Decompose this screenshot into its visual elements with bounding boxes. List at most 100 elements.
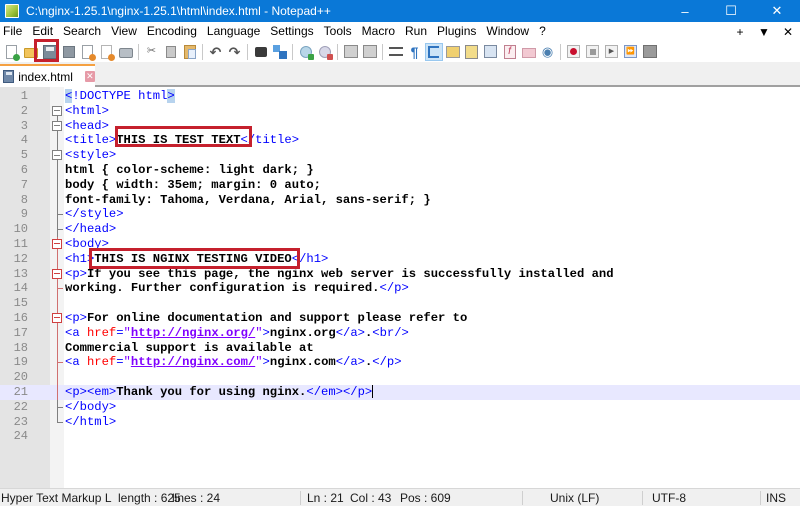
code-line[interactable]: 15 xyxy=(0,296,800,311)
udl-icon[interactable] xyxy=(445,44,461,60)
code-line[interactable]: 8 font-family: Tahoma, Verdana, Arial, sa… xyxy=(0,192,800,208)
menu-plugins[interactable]: Plugins xyxy=(432,22,481,41)
code-text: <body> xyxy=(65,236,109,251)
menu-search[interactable]: Search xyxy=(58,22,106,41)
redo-icon[interactable]: ↷ xyxy=(227,44,243,60)
fold-toggle-icon[interactable] xyxy=(51,266,63,282)
code-line[interactable]: 4 <title>THIS IS TEST TEXT</title> xyxy=(0,133,800,149)
code-line[interactable]: 5 <style> xyxy=(0,148,800,163)
code-line[interactable]: 24 xyxy=(0,429,800,444)
minimize-button[interactable]: – xyxy=(662,0,708,22)
fold-line xyxy=(51,192,63,208)
paste-icon[interactable] xyxy=(182,44,198,60)
toolbar-separator xyxy=(247,43,248,60)
menu-window[interactable]: Window xyxy=(481,22,534,41)
toolbar-separator xyxy=(337,43,338,60)
fold-line xyxy=(51,281,63,297)
sync-horizontal-icon[interactable] xyxy=(362,44,378,60)
indent-guide-icon[interactable] xyxy=(424,42,443,61)
code-line[interactable]: 20 xyxy=(0,370,800,385)
editor[interactable]: 1 <!DOCTYPE html> 2 <html> 3 <head> 4 <title>TH… xyxy=(0,87,800,488)
menu-tools[interactable]: Tools xyxy=(319,22,357,41)
status-position: Pos : 609 xyxy=(400,491,451,505)
zoom-out-icon[interactable] xyxy=(317,44,333,60)
toolbar: ✂ ↶ ↷ ¶ f ◉ ▶ ⏩ xyxy=(0,41,800,62)
fold-toggle-icon[interactable] xyxy=(51,236,63,252)
menu-language[interactable]: Language xyxy=(202,22,265,41)
folder-as-workspace-icon[interactable] xyxy=(521,44,537,60)
code-line[interactable]: 21 <p><em>Thank you for using nginx.</em>… xyxy=(0,384,800,400)
saved-file-icon xyxy=(3,70,15,83)
save-macro-icon[interactable] xyxy=(642,44,658,60)
menu-encoding[interactable]: Encoding xyxy=(142,22,202,41)
code-line[interactable]: 19 <a href="http://nginx.com/">nginx.com<… xyxy=(0,355,800,371)
stop-recording-icon[interactable] xyxy=(585,44,601,60)
code-line[interactable]: 23 </html> xyxy=(0,414,800,430)
status-encoding[interactable]: UTF-8 xyxy=(652,489,686,506)
fold-toggle-icon[interactable] xyxy=(51,104,63,119)
replace-icon[interactable] xyxy=(272,44,288,60)
code-line[interactable]: 17 <a href="http://nginx.org/">nginx.org<… xyxy=(0,325,800,341)
show-all-characters-icon[interactable]: ¶ xyxy=(407,44,423,60)
menu-run[interactable]: Run xyxy=(400,22,432,41)
menu-help[interactable]: ? xyxy=(534,22,551,41)
zoom-in-icon[interactable] xyxy=(298,44,314,60)
word-wrap-icon[interactable] xyxy=(388,44,404,60)
monitoring-icon[interactable]: ◉ xyxy=(540,44,556,60)
doc-list-icon[interactable] xyxy=(483,44,499,60)
fold-toggle-icon[interactable] xyxy=(51,148,63,163)
code-line[interactable]: 11 <body> xyxy=(0,236,800,252)
open-file-icon[interactable] xyxy=(23,44,39,60)
doc-map-icon[interactable] xyxy=(464,44,480,60)
code-line[interactable]: 2 <html> xyxy=(0,104,800,119)
find-icon[interactable] xyxy=(253,44,269,60)
menu-settings[interactable]: Settings xyxy=(265,22,318,41)
code-line[interactable]: 10 </head> xyxy=(0,222,800,237)
fold-toggle-icon[interactable] xyxy=(51,118,63,134)
menu-view[interactable]: View xyxy=(106,22,142,41)
sync-vertical-icon[interactable] xyxy=(343,44,359,60)
print-icon[interactable] xyxy=(118,44,134,60)
code-line[interactable]: 1 <!DOCTYPE html> xyxy=(0,89,800,104)
code-line[interactable]: 6 html { color-scheme: light dark; } xyxy=(0,162,800,178)
status-insert-mode[interactable]: INS xyxy=(766,489,786,506)
code-line[interactable]: 9 </style> xyxy=(0,207,800,223)
playback-macro-icon[interactable]: ▶ xyxy=(604,44,620,60)
code-line[interactable]: 13 <p>If you see this page, the nginx web… xyxy=(0,266,800,282)
menu-macro[interactable]: Macro xyxy=(357,22,400,41)
menu-file[interactable]: File xyxy=(0,22,27,41)
fold-toggle-icon[interactable] xyxy=(51,310,63,326)
new-tab-button[interactable]: + xyxy=(728,25,752,39)
code-text: working. Further configuration is requir… xyxy=(65,281,409,296)
record-macro-icon[interactable] xyxy=(566,44,582,60)
line-number: 24 xyxy=(13,429,28,444)
tab-index-html[interactable]: index.html ✕ xyxy=(0,64,95,87)
menu-edit[interactable]: Edit xyxy=(27,22,58,41)
copy-icon[interactable] xyxy=(163,44,179,60)
undo-icon[interactable]: ↶ xyxy=(208,44,224,60)
run-macro-multiple-icon[interactable]: ⏩ xyxy=(623,44,639,60)
new-file-icon[interactable] xyxy=(4,44,20,61)
code-line[interactable]: 3 <head> xyxy=(0,118,800,134)
close-icon[interactable] xyxy=(80,44,96,61)
code-line[interactable]: 14 working. Further configuration is requ… xyxy=(0,281,800,297)
code-line[interactable]: 7 body { width: 35em; margin: 0 auto; xyxy=(0,177,800,193)
code-line[interactable]: 22 </body> xyxy=(0,399,800,415)
tab-list-dropdown[interactable]: ▼ xyxy=(752,25,776,39)
line-number: 4 xyxy=(20,133,28,148)
status-eol-format[interactable]: Unix (LF) xyxy=(550,489,599,506)
close-document-button[interactable]: ✕ xyxy=(776,25,800,39)
code-line[interactable]: 16 <p>For online documentation and suppor… xyxy=(0,310,800,326)
cut-icon[interactable]: ✂ xyxy=(144,44,160,60)
close-all-icon[interactable] xyxy=(99,44,115,61)
notepadpp-app-icon xyxy=(5,4,19,18)
function-list-icon[interactable]: f xyxy=(502,44,518,60)
close-window-button[interactable]: ✕ xyxy=(754,0,800,22)
maximize-button[interactable]: ☐ xyxy=(708,0,754,22)
code-line[interactable]: 12 <h1>THIS IS NGINX TESTING VIDEO</h1> xyxy=(0,251,800,267)
code-line[interactable]: 18 Commercial support is available at xyxy=(0,340,800,356)
toolbar-separator xyxy=(382,43,383,60)
save-icon[interactable] xyxy=(42,44,58,60)
tab-close-icon[interactable]: ✕ xyxy=(84,71,95,82)
save-all-icon[interactable] xyxy=(61,44,77,60)
